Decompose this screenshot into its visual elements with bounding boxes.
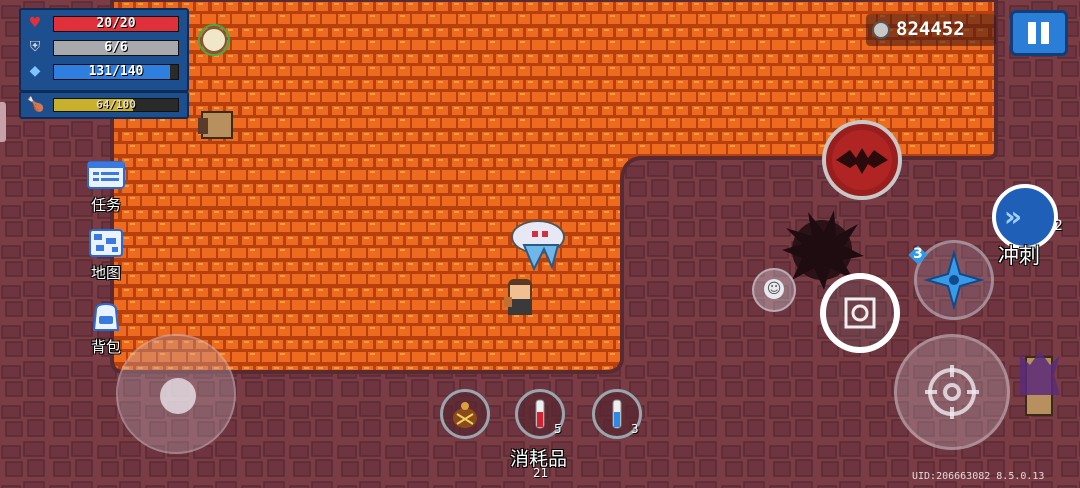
backpack-label: 背包: [90, 338, 121, 356]
quest-board-icon: [87, 161, 125, 189]
bat-icon: [832, 130, 892, 190]
quest-button[interactable]: 任务: [80, 160, 132, 215]
attack-crosshair-icon: [925, 365, 979, 419]
quest-label: 任务: [90, 196, 121, 214]
armor-text: 6/6: [104, 40, 128, 55]
energy-text: 131/140: [88, 64, 144, 79]
hunger-row: 🍗 64/100: [27, 96, 181, 114]
consumable-blue-potion[interactable]: 3: [592, 389, 642, 439]
energy-bar: 131/140: [53, 64, 179, 80]
consumable-red-potion[interactable]: 5: [515, 389, 565, 439]
status-panel: ♥ 20/20 ⛨ 6/6 ◆ 131/140: [19, 8, 189, 92]
map-label: 地图: [90, 264, 121, 282]
enemy-green-plant: [198, 24, 230, 56]
health-row: ♥ 20/20: [27, 14, 181, 32]
player-character: [504, 279, 532, 315]
hunger-text: 64/100: [96, 98, 136, 111]
dash-charges: 2: [1054, 218, 1063, 234]
shield-icon: ⛨: [29, 39, 41, 55]
consumables-count: 21: [533, 466, 549, 480]
shuriken-badge: 3: [906, 245, 932, 266]
backpack-button[interactable]: 背包: [80, 302, 132, 357]
attack-button[interactable]: [894, 334, 1010, 450]
armor-bar: 6/6: [53, 40, 179, 56]
crosshair-icon: [844, 297, 876, 329]
map-icon: [89, 229, 123, 257]
shuriken-count: 3: [913, 246, 923, 262]
joystick-knob[interactable]: [160, 378, 196, 414]
uid-version-text: UID:206663082 8.5.0.13: [912, 471, 1045, 482]
bomb-pouch-icon: [453, 402, 477, 428]
emote-button[interactable]: ☺: [752, 268, 796, 312]
backpack-icon: [92, 302, 120, 331]
blue-potion-count: 3: [631, 422, 639, 436]
weapon-skill-button[interactable]: [822, 120, 902, 200]
coin-value: 824452: [896, 18, 965, 40]
pause-icon: [1028, 22, 1050, 44]
edge-tab[interactable]: [0, 102, 6, 142]
hunger-panel: 🍗 64/100: [19, 91, 189, 119]
health-text: 20/20: [96, 16, 136, 31]
dash-label: 冲刺: [998, 244, 1040, 268]
smiley-icon: ☺: [764, 279, 784, 299]
energy-crystal-icon: ◆: [29, 63, 41, 79]
dash-chevron-icon: »: [1004, 200, 1023, 233]
armor-row: ⛨ 6/6: [27, 38, 181, 56]
red-potion-count: 5: [554, 422, 562, 436]
coin-counter: 824452: [866, 14, 996, 46]
health-bar: 20/20: [53, 16, 179, 32]
movement-joystick[interactable]: [116, 334, 236, 454]
heart-icon: ♥: [28, 15, 42, 31]
hunger-bar: 64/100: [53, 98, 179, 112]
enemy-crate-creature: [198, 111, 233, 139]
map-button[interactable]: 地图: [80, 228, 132, 283]
drumstick-icon: 🍗: [27, 97, 45, 113]
pause-button[interactable]: [1010, 10, 1068, 56]
energy-row: ◆ 131/140: [27, 62, 181, 80]
coin-icon: [872, 21, 890, 39]
consumable-bomb-pouch[interactable]: [440, 389, 490, 439]
target-lock-button[interactable]: [820, 273, 900, 353]
